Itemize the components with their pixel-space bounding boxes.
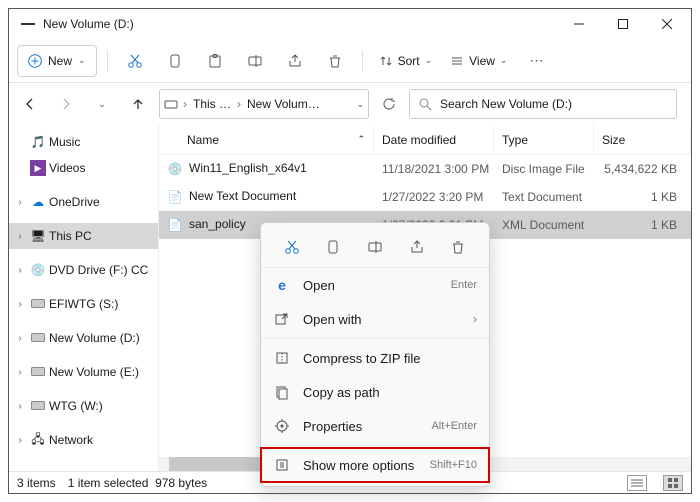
- drive-icon: [30, 364, 46, 380]
- chevron-down-icon: ⌄: [78, 55, 86, 66]
- drive-icon: [30, 398, 46, 414]
- context-menu: eOpenEnter Open with› Compress to ZIP fi…: [260, 222, 490, 487]
- cloud-icon: ☁: [30, 194, 46, 210]
- view-button[interactable]: View ⌄: [444, 45, 513, 77]
- view-label: View: [469, 54, 495, 68]
- search-icon: [418, 97, 432, 111]
- new-button[interactable]: New ⌄: [17, 45, 97, 77]
- sidebar-item-onedrive[interactable]: ›☁OneDrive: [9, 189, 158, 215]
- column-headers: Name⌃ Date modified Type Size: [159, 125, 691, 155]
- more-options-icon: [273, 456, 291, 474]
- properties-icon: [273, 417, 291, 435]
- file-row[interactable]: 💿Win11_English_x64v1 11/18/2021 3:00 PM …: [159, 155, 691, 183]
- paste-button[interactable]: [198, 44, 232, 78]
- window-title: New Volume (D:): [43, 17, 557, 31]
- ctx-open[interactable]: eOpenEnter: [261, 268, 489, 302]
- sidebar-item-efi[interactable]: ›EFIWTG (S:): [9, 291, 158, 317]
- ctx-cut-button[interactable]: [278, 233, 306, 261]
- ie-icon: e: [273, 276, 291, 294]
- col-type[interactable]: Type: [494, 125, 594, 154]
- breadcrumb-seg[interactable]: This …: [192, 97, 232, 111]
- ctx-copy-path[interactable]: Copy as path: [261, 375, 489, 409]
- copypath-icon: [273, 383, 291, 401]
- cut-button[interactable]: [118, 44, 152, 78]
- plus-icon: [28, 54, 42, 68]
- sort-label: Sort: [398, 54, 420, 68]
- ctx-rename-button[interactable]: [361, 233, 389, 261]
- search-placeholder: Search New Volume (D:): [440, 97, 572, 111]
- ctx-properties[interactable]: PropertiesAlt+Enter: [261, 409, 489, 443]
- text-file-icon: 📄: [167, 189, 183, 205]
- sidebar: 🎵Music ▶Videos ›☁OneDrive ›🖥This PC ›💿DV…: [9, 125, 159, 471]
- rename-button[interactable]: [238, 44, 272, 78]
- col-name[interactable]: Name⌃: [159, 125, 374, 154]
- ctx-compress[interactable]: Compress to ZIP file: [261, 341, 489, 375]
- videos-icon: ▶: [30, 160, 46, 176]
- pc-icon: 🖥: [30, 228, 46, 244]
- drive-icon: [164, 97, 178, 111]
- drive-icon: [30, 330, 46, 346]
- minimize-button[interactable]: [557, 9, 601, 39]
- sidebar-item-d[interactable]: ›New Volume (D:): [9, 325, 158, 351]
- openwith-icon: [273, 310, 291, 328]
- ctx-open-with[interactable]: Open with›: [261, 302, 489, 336]
- zip-icon: [273, 349, 291, 367]
- sort-button[interactable]: Sort ⌄: [373, 45, 439, 77]
- col-size[interactable]: Size: [594, 125, 691, 154]
- more-button[interactable]: ⋯: [519, 44, 553, 78]
- disc-icon: 💿: [30, 262, 46, 278]
- ctx-show-more[interactable]: Show more optionsShift+F10: [261, 448, 489, 482]
- details-view-icon[interactable]: [627, 475, 647, 491]
- app-icon: [21, 23, 35, 25]
- drive-icon: [30, 296, 46, 312]
- sort-icon: [379, 54, 393, 68]
- share-button[interactable]: [278, 44, 312, 78]
- ctx-share-button[interactable]: [403, 233, 431, 261]
- ctx-delete-button[interactable]: [444, 233, 472, 261]
- xml-file-icon: 📄: [167, 217, 183, 233]
- status-item-count: 3 items: [17, 476, 56, 490]
- forward-button[interactable]: [51, 89, 81, 119]
- sidebar-item-e[interactable]: ›New Volume (E:): [9, 359, 158, 385]
- delete-button[interactable]: [318, 44, 352, 78]
- copy-button[interactable]: [158, 44, 192, 78]
- maximize-button[interactable]: [601, 9, 645, 39]
- large-icons-view-icon[interactable]: [663, 475, 683, 491]
- sidebar-item-music[interactable]: 🎵Music: [9, 129, 158, 155]
- sidebar-item-thispc[interactable]: ›🖥This PC: [9, 223, 158, 249]
- recent-dropdown[interactable]: ⌄: [87, 89, 117, 119]
- disc-file-icon: 💿: [167, 161, 183, 177]
- up-button[interactable]: [123, 89, 153, 119]
- file-row[interactable]: 📄New Text Document 1/27/2022 3:20 PM Tex…: [159, 183, 691, 211]
- chevron-down-icon: ⌄: [500, 55, 508, 66]
- col-date[interactable]: Date modified: [374, 125, 494, 154]
- ctx-copy-button[interactable]: [319, 233, 347, 261]
- sidebar-item-w[interactable]: ›WTG (W:): [9, 393, 158, 419]
- sidebar-item-videos[interactable]: ▶Videos: [9, 155, 158, 181]
- view-icon: [450, 54, 464, 68]
- sidebar-item-dvd[interactable]: ›💿DVD Drive (F:) CC: [9, 257, 158, 283]
- breadcrumb-seg[interactable]: New Volum…: [246, 97, 321, 111]
- address-bar[interactable]: › This … › New Volum… ⌄: [159, 89, 369, 119]
- status-selection: 1 item selected 978 bytes: [68, 476, 207, 490]
- network-icon: 🖧: [30, 432, 46, 448]
- close-button[interactable]: [645, 9, 689, 39]
- chevron-down-icon[interactable]: ⌄: [356, 99, 364, 110]
- refresh-button[interactable]: [375, 89, 403, 119]
- chevron-down-icon: ⌄: [425, 55, 433, 66]
- back-button[interactable]: [15, 89, 45, 119]
- music-icon: 🎵: [30, 134, 46, 150]
- sidebar-item-network[interactable]: ›🖧Network: [9, 427, 158, 453]
- search-input[interactable]: Search New Volume (D:): [409, 89, 677, 119]
- new-label: New: [48, 54, 72, 68]
